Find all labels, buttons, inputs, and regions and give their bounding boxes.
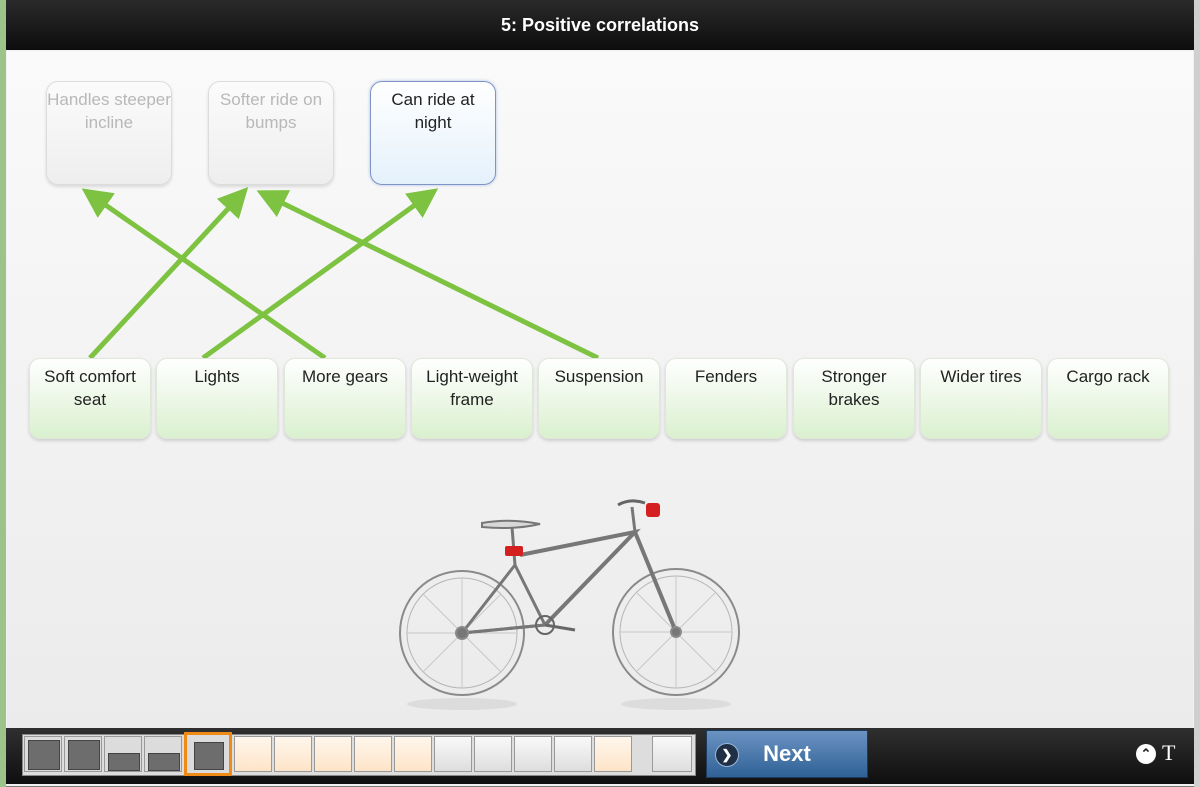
chevron-right-icon: ❯ <box>715 743 739 767</box>
next-button[interactable]: ❯ Next <box>706 730 868 778</box>
slide-thumbnail[interactable] <box>594 736 632 772</box>
slide-thumbnail-preview <box>108 753 140 771</box>
slide-thumbnail[interactable] <box>234 736 272 772</box>
slide-thumbnail-preview <box>28 740 60 770</box>
slide-thumbnail[interactable] <box>64 736 102 772</box>
slide-thumbnail[interactable] <box>354 736 392 772</box>
slide-thumbnail[interactable] <box>24 736 62 772</box>
chevron-up-icon[interactable]: ⌃ <box>1136 744 1156 764</box>
slide-thumbnail[interactable] <box>652 736 692 772</box>
slide-thumbnail-preview <box>68 740 100 770</box>
slide-thumbnail[interactable] <box>104 736 142 772</box>
slide-thumbnail[interactable] <box>144 736 182 772</box>
slide-thumbnail[interactable] <box>274 736 312 772</box>
slide-thumbnail[interactable] <box>554 736 592 772</box>
text-toggle-icon[interactable]: T <box>1162 740 1175 766</box>
slide-thumbnail-preview <box>148 753 180 771</box>
slide-thumbnail[interactable] <box>314 736 352 772</box>
slide-thumbnail[interactable] <box>394 736 432 772</box>
slide-thumbnail[interactable] <box>184 732 232 776</box>
slide-thumbnail[interactable] <box>474 736 512 772</box>
slide-thumbnail-preview <box>194 742 224 770</box>
bicycle-illustration <box>399 499 740 710</box>
slide-thumbnail[interactable] <box>514 736 552 772</box>
next-label: Next <box>763 741 811 766</box>
slide-thumbnail[interactable] <box>434 736 472 772</box>
